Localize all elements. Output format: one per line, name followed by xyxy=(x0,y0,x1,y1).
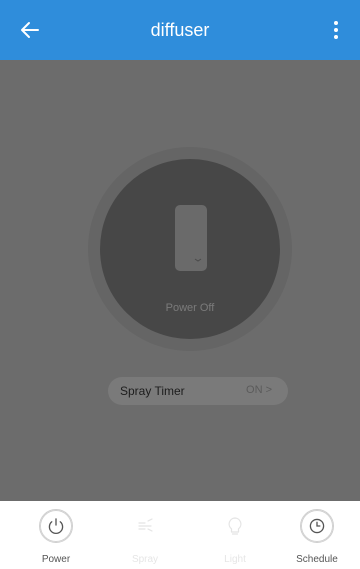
tab-power[interactable]: Power xyxy=(21,501,91,569)
clock-icon xyxy=(300,509,334,543)
tab-light-label: Light xyxy=(224,554,246,565)
tab-schedule-label: Schedule xyxy=(296,554,338,565)
device-icon xyxy=(175,205,207,271)
spray-timer-label: Spray Timer xyxy=(120,384,185,398)
page-title: diffuser xyxy=(150,20,210,40)
bulb-icon xyxy=(228,517,242,535)
app-bar: diffuser xyxy=(0,0,360,60)
app-screen: diffuser Power Off Spray Timer ON > Powe… xyxy=(0,0,360,569)
power-status-label: Power Off xyxy=(165,302,215,314)
spray-timer-state: ON > xyxy=(246,384,272,396)
bottom-tab-bar: Power Spray Light Schedule xyxy=(0,501,360,569)
more-vertical-icon[interactable] xyxy=(324,18,348,42)
power-dial[interactable]: Power Off xyxy=(100,159,280,339)
power-dial-ring: Power Off xyxy=(88,147,292,351)
tab-spray[interactable]: Spray xyxy=(110,501,180,569)
tab-light[interactable]: Light xyxy=(200,501,270,569)
spray-icon xyxy=(138,518,153,532)
main-content: Power Off Spray Timer ON > xyxy=(0,60,360,501)
power-icon xyxy=(39,509,73,543)
spray-timer-button[interactable]: Spray Timer ON > xyxy=(108,377,288,405)
tab-power-label: Power xyxy=(41,554,71,565)
tab-spray-label: Spray xyxy=(131,554,159,565)
tab-schedule[interactable]: Schedule xyxy=(282,501,352,569)
